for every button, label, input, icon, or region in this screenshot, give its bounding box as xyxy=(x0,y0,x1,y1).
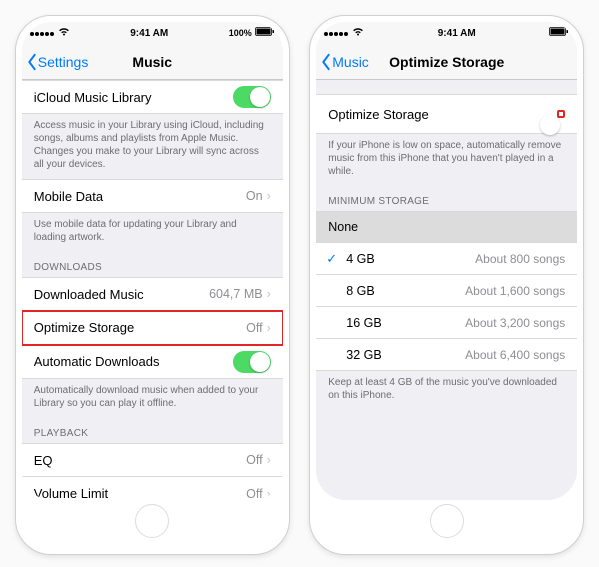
nav-title: Music xyxy=(132,54,172,70)
minimum-storage-header: MINIMUM STORAGE xyxy=(316,186,577,211)
battery-icon xyxy=(549,27,569,39)
cell-value: Off xyxy=(246,487,262,501)
home-button-area xyxy=(316,500,577,542)
option-sublabel: About 3,200 songs xyxy=(465,316,565,330)
chevron-right-icon: › xyxy=(267,487,271,501)
home-button[interactable] xyxy=(430,504,464,538)
nav-bar: Music Optimize Storage xyxy=(316,44,577,80)
back-button[interactable]: Music xyxy=(320,44,369,79)
option-label: 8 GB xyxy=(346,284,375,298)
cell-label: Optimize Storage xyxy=(328,107,428,122)
signal-dots-icon xyxy=(324,28,349,39)
optimize-storage-row[interactable]: Optimize Storage Off › xyxy=(22,311,283,345)
screen-left: 9:41 AM 100% Settings Music iCloud Music… xyxy=(22,22,283,500)
home-button-area xyxy=(22,500,283,542)
back-label: Music xyxy=(332,54,369,70)
auto-downloads-toggle[interactable] xyxy=(233,351,271,373)
storage-options-list: None ✓ 4 GB About 800 songs 8 GB About 1,600 … xyxy=(316,211,577,371)
option-sublabel: About 1,600 songs xyxy=(465,284,565,298)
option-sublabel: About 800 songs xyxy=(475,252,565,266)
storage-option-row[interactable]: None xyxy=(316,211,577,243)
auto-downloads-footer: Automatically download music when added … xyxy=(22,379,283,418)
content-left: iCloud Music Library Access music in you… xyxy=(22,80,283,500)
status-time: 9:41 AM xyxy=(438,28,476,39)
chevron-right-icon: › xyxy=(267,189,271,203)
chevron-left-icon xyxy=(320,53,332,71)
chevron-right-icon: › xyxy=(267,453,271,467)
content-right: Optimize Storage If your iPhone is low o… xyxy=(316,80,577,500)
signal-dots-icon xyxy=(30,28,55,39)
cell-value: On xyxy=(246,189,263,203)
phone-left: 9:41 AM 100% Settings Music iCloud Music… xyxy=(15,15,290,555)
option-label: 4 GB xyxy=(346,252,375,266)
back-label: Settings xyxy=(38,54,89,70)
downloaded-music-row[interactable]: Downloaded Music 604,7 MB › xyxy=(22,277,283,311)
icloud-footer: Access music in your Library using iClou… xyxy=(22,114,283,179)
chevron-right-icon: › xyxy=(267,321,271,335)
icloud-toggle[interactable] xyxy=(233,86,271,108)
mobile-data-row[interactable]: Mobile Data On › xyxy=(22,179,283,213)
phone-right: 9:41 AM Music Optimize Storage Optimize … xyxy=(309,15,584,555)
cell-label: Optimize Storage xyxy=(34,320,134,335)
cell-label: iCloud Music Library xyxy=(34,90,152,105)
status-bar: 9:41 AM xyxy=(316,22,577,44)
option-label: None xyxy=(328,220,358,234)
chevron-left-icon xyxy=(26,53,38,71)
cell-label: Automatic Downloads xyxy=(34,354,160,369)
option-sublabel: About 6,400 songs xyxy=(465,348,565,362)
storage-option-row[interactable]: 8 GB About 1,600 songs xyxy=(316,275,577,307)
wifi-icon xyxy=(58,27,70,39)
chevron-right-icon: › xyxy=(267,287,271,301)
screen-right: 9:41 AM Music Optimize Storage Optimize … xyxy=(316,22,577,500)
volume-limit-row[interactable]: Volume Limit Off › xyxy=(22,477,283,500)
cell-value: Off xyxy=(246,453,262,467)
playback-header: PLAYBACK xyxy=(22,418,283,443)
nav-title: Optimize Storage xyxy=(389,54,504,70)
highlight-box xyxy=(557,110,565,118)
downloads-header: DOWNLOADS xyxy=(22,252,283,277)
wifi-icon xyxy=(352,27,364,39)
status-time: 9:41 AM xyxy=(130,28,168,39)
eq-row[interactable]: EQ Off › xyxy=(22,443,283,477)
cell-label: Volume Limit xyxy=(34,486,108,500)
check-icon: ✓ xyxy=(326,251,337,267)
cell-value: Off xyxy=(246,321,262,335)
nav-bar: Settings Music xyxy=(22,44,283,80)
cell-label: Mobile Data xyxy=(34,189,103,204)
battery-icon xyxy=(255,27,275,39)
automatic-downloads-row[interactable]: Automatic Downloads xyxy=(22,345,283,379)
storage-option-row[interactable]: 32 GB About 6,400 songs xyxy=(316,339,577,371)
icloud-music-library-row[interactable]: iCloud Music Library xyxy=(22,80,283,114)
option-label: 16 GB xyxy=(346,316,381,330)
option-label: 32 GB xyxy=(346,348,381,362)
home-button[interactable] xyxy=(135,504,169,538)
minimum-storage-footer: Keep at least 4 GB of the music you've d… xyxy=(316,371,577,410)
cell-value: 604,7 MB xyxy=(209,287,263,301)
cell-label: Downloaded Music xyxy=(34,287,144,302)
back-button[interactable]: Settings xyxy=(26,44,89,79)
storage-option-row[interactable]: ✓ 4 GB About 800 songs xyxy=(316,243,577,275)
storage-option-row[interactable]: 16 GB About 3,200 songs xyxy=(316,307,577,339)
cell-label: EQ xyxy=(34,453,53,468)
optimize-storage-toggle-row[interactable]: Optimize Storage xyxy=(316,94,577,134)
battery-percent: 100% xyxy=(229,28,252,38)
optimize-footer: If your iPhone is low on space, automati… xyxy=(316,134,577,186)
mobile-data-footer: Use mobile data for updating your Librar… xyxy=(22,213,283,252)
status-bar: 9:41 AM 100% xyxy=(22,22,283,44)
